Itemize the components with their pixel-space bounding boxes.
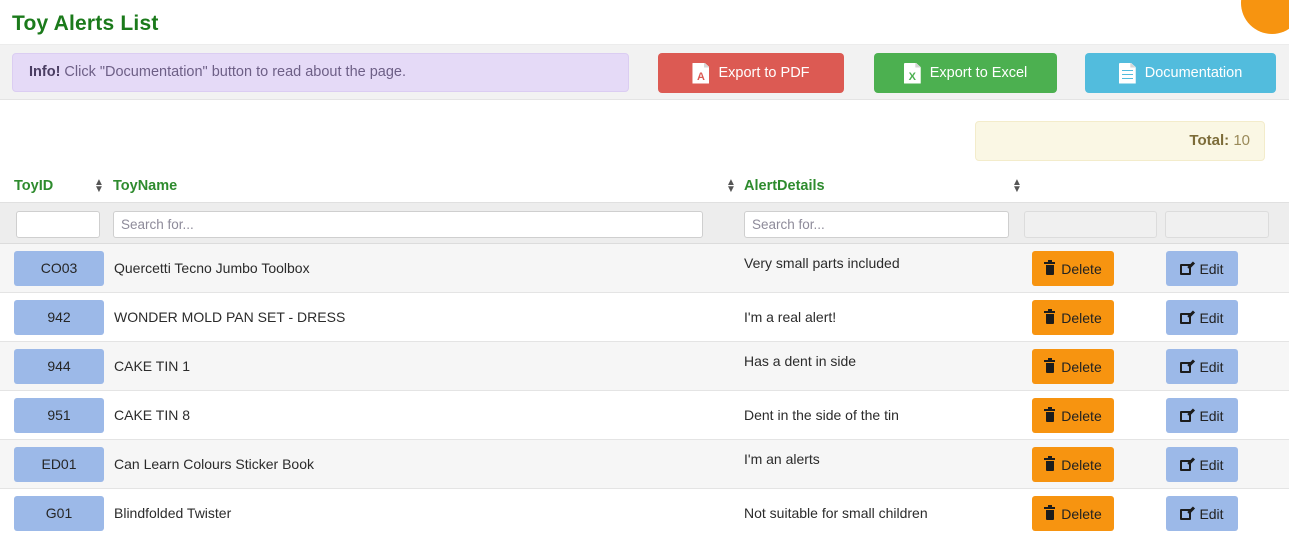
- toy-alerts-table: ToyID ▲▼ ToyName ▲▼ AlertDetails ▲▼ CO03…: [0, 170, 1289, 534]
- delete-button[interactable]: Delete: [1032, 349, 1114, 384]
- table-row: ED01 Can Learn Colours Sticker Book I'm an…: [0, 440, 1289, 489]
- pdf-file-icon: A: [692, 62, 710, 84]
- export-to-excel-label: Export to Excel: [929, 65, 1028, 81]
- edit-button-label: Edit: [1199, 505, 1224, 522]
- table-row: 951 CAKE TIN 8 Dent in the side of the tin…: [0, 391, 1289, 440]
- cell-toyid: 944: [14, 349, 104, 384]
- documentation-label: Documentation: [1144, 65, 1243, 81]
- delete-button[interactable]: Delete: [1032, 447, 1114, 482]
- column-header-toyname[interactable]: ToyName: [113, 170, 177, 202]
- delete-button[interactable]: Delete: [1032, 496, 1114, 531]
- filter-input-toyid[interactable]: [16, 211, 100, 238]
- cell-toyid: G01: [14, 496, 104, 531]
- toolbar: Info! Click "Documentation" button to re…: [0, 44, 1289, 100]
- pencil-square-icon: [1180, 506, 1196, 520]
- filter-input-toyname[interactable]: [113, 211, 703, 238]
- table-header-row: ToyID ▲ ▼ ToyName ▲ ▼ AlertDetails ▲ ▼: [0, 170, 1289, 202]
- delete-button[interactable]: Delete: [1032, 398, 1114, 433]
- total-value: 10: [1233, 132, 1250, 149]
- cell-toyid: 942: [14, 300, 104, 335]
- delete-button-label: Delete: [1061, 505, 1102, 522]
- cell-alertdetails: Dent in the side of the tin: [744, 407, 899, 423]
- table-row: CO03 Quercetti Tecno Jumbo Toolbox Very sm…: [0, 244, 1289, 293]
- documentation-button[interactable]: Documentation: [1085, 53, 1276, 93]
- cell-toyid: CO03: [14, 251, 104, 286]
- edit-button[interactable]: Edit: [1166, 398, 1238, 433]
- edit-button[interactable]: Edit: [1166, 300, 1238, 335]
- cell-toyname: Quercetti Tecno Jumbo Toolbox: [114, 260, 310, 276]
- delete-button-label: Delete: [1061, 456, 1102, 473]
- info-alert-strong: Info!: [29, 64, 61, 80]
- cell-alertdetails: Very small parts included: [744, 255, 900, 271]
- cell-toyid: 951: [14, 398, 104, 433]
- edit-button[interactable]: Edit: [1166, 496, 1238, 531]
- pencil-square-icon: [1180, 310, 1196, 324]
- edit-button-label: Edit: [1199, 407, 1224, 424]
- sort-icon-toyname[interactable]: ▲ ▼: [725, 170, 737, 195]
- edit-button-label: Edit: [1199, 456, 1224, 473]
- pencil-square-icon: [1180, 457, 1196, 471]
- trash-icon: [1044, 260, 1056, 275]
- edit-button[interactable]: Edit: [1166, 447, 1238, 482]
- trash-icon: [1044, 407, 1056, 422]
- pencil-square-icon: [1180, 408, 1196, 422]
- doc-file-icon: [1118, 62, 1136, 84]
- trash-icon: [1044, 505, 1056, 520]
- edit-button[interactable]: Edit: [1166, 251, 1238, 286]
- sort-icon-alertdetails[interactable]: ▲ ▼: [1011, 170, 1023, 195]
- edit-button-label: Edit: [1199, 358, 1224, 375]
- total-badge: Total: 10: [975, 121, 1265, 161]
- export-to-pdf-label: Export to PDF: [718, 65, 810, 81]
- edit-button-label: Edit: [1199, 309, 1224, 326]
- cell-toyid: ED01: [14, 447, 104, 482]
- filter-input-action-edit: [1165, 211, 1269, 238]
- cell-alertdetails: I'm a real alert!: [744, 309, 837, 325]
- cell-toyname: CAKE TIN 1: [114, 358, 190, 374]
- page-root: Toy Alerts List Info! Click "Documentati…: [0, 0, 1289, 534]
- filter-input-alertdetails[interactable]: [744, 211, 1009, 238]
- cell-toyname: WONDER MOLD PAN SET - DRESS: [114, 309, 346, 325]
- info-alert: Info! Click "Documentation" button to re…: [12, 53, 629, 92]
- cell-toyname: Blindfolded Twister: [114, 505, 232, 521]
- export-to-excel-button[interactable]: X Export to Excel: [874, 53, 1057, 93]
- pencil-square-icon: [1180, 359, 1196, 373]
- cell-toyname: CAKE TIN 8: [114, 407, 190, 423]
- total-label: Total:: [1189, 132, 1230, 149]
- column-header-toyid[interactable]: ToyID: [14, 170, 53, 202]
- info-alert-text: Click "Documentation" button to read abo…: [60, 64, 407, 80]
- delete-button-label: Delete: [1061, 358, 1102, 375]
- excel-file-icon: X: [903, 62, 921, 84]
- trash-icon: [1044, 309, 1056, 324]
- delete-button[interactable]: Delete: [1032, 300, 1114, 335]
- sort-icon-toyid[interactable]: ▲ ▼: [93, 170, 105, 195]
- table-row: G01 Blindfolded Twister Not suitable for s…: [0, 489, 1289, 534]
- filter-input-action-delete: [1024, 211, 1157, 238]
- column-header-alertdetails[interactable]: AlertDetails: [744, 170, 825, 202]
- table-filter-row: [0, 202, 1289, 244]
- edit-button-label: Edit: [1199, 260, 1224, 277]
- cell-toyname: Can Learn Colours Sticker Book: [114, 456, 314, 472]
- export-to-pdf-button[interactable]: A Export to PDF: [658, 53, 844, 93]
- trash-icon: [1044, 358, 1056, 373]
- page-title: Toy Alerts List: [12, 12, 159, 35]
- delete-button-label: Delete: [1061, 309, 1102, 326]
- table-row: 942 WONDER MOLD PAN SET - DRESS I'm a real…: [0, 293, 1289, 342]
- trash-icon: [1044, 456, 1056, 471]
- cell-alertdetails: Not suitable for small children: [744, 505, 928, 521]
- cell-alertdetails: I'm an alerts: [744, 451, 820, 467]
- pencil-square-icon: [1180, 261, 1196, 275]
- delete-button-label: Delete: [1061, 260, 1102, 277]
- delete-button-label: Delete: [1061, 407, 1102, 424]
- table-row: 944 CAKE TIN 1 Has a dent in side Delete Edi…: [0, 342, 1289, 391]
- cell-alertdetails: Has a dent in side: [744, 353, 857, 369]
- edit-button[interactable]: Edit: [1166, 349, 1238, 384]
- delete-button[interactable]: Delete: [1032, 251, 1114, 286]
